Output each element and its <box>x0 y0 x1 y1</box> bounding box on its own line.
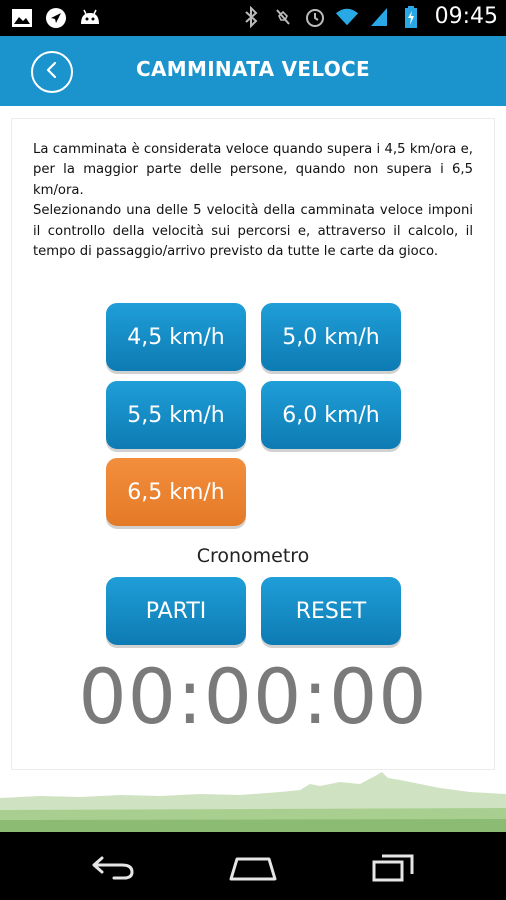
speed-button-5-5[interactable]: 5,5 km/h <box>106 381 246 449</box>
page-title: CAMMINATA VELOCE <box>136 57 370 81</box>
home-icon[interactable] <box>223 850 283 884</box>
speed-button-6-5[interactable]: 6,5 km/h <box>106 458 246 526</box>
navigation-icon <box>44 6 68 30</box>
image-icon <box>10 6 34 30</box>
description-text: La camminata è considerata veloce quando… <box>33 142 473 260</box>
status-bar: 09:45 <box>0 0 506 36</box>
cell-signal-icon <box>367 5 391 29</box>
wifi-icon <box>335 5 359 29</box>
recents-icon[interactable] <box>363 850 423 884</box>
stopwatch-display: 00:00:00 <box>78 652 428 741</box>
landscape-illustration <box>0 770 506 832</box>
back-icon[interactable] <box>83 850 143 884</box>
battery-icon <box>399 5 423 29</box>
bluetooth-icon <box>239 5 263 29</box>
speed-button-6-0[interactable]: 6,0 km/h <box>261 381 401 449</box>
speed-button-5-0[interactable]: 5,0 km/h <box>261 303 401 371</box>
alarm-icon <box>303 5 327 29</box>
signal-off-icon <box>271 5 295 29</box>
app-bar: CAMMINATA VELOCE <box>0 36 506 106</box>
speed-button-4-5[interactable]: 4,5 km/h <box>106 303 246 371</box>
status-time: 09:45 <box>434 4 498 29</box>
navigation-bar <box>0 832 506 900</box>
stopwatch-label: Cronometro <box>196 545 310 567</box>
start-button[interactable]: PARTI <box>106 577 246 645</box>
android-icon <box>78 6 102 30</box>
reset-button[interactable]: RESET <box>261 577 401 645</box>
